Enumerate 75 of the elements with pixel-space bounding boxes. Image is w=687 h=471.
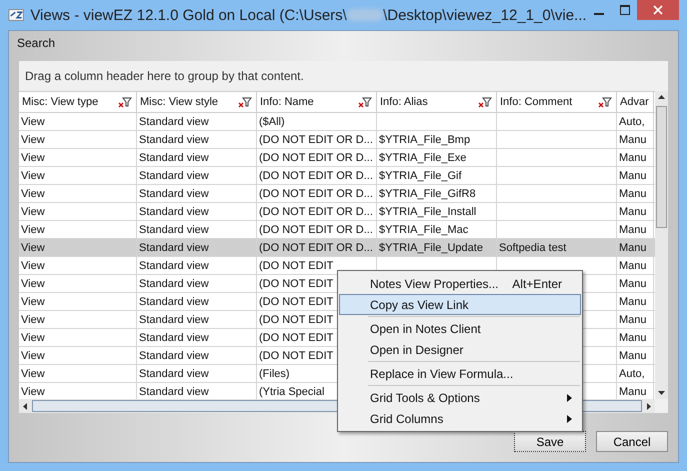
table-cell: View [21, 332, 45, 344]
table-cell: (DO NOT EDIT [259, 332, 334, 344]
table-cell: (Files) [259, 368, 290, 380]
table-cell: (DO NOT EDIT [259, 278, 334, 290]
table-cell: Manu [619, 314, 647, 326]
table-cell: Standard view [139, 350, 209, 362]
table-cell: (Ytria Special [259, 386, 324, 398]
table-cell: View [21, 170, 45, 182]
table-cell: Standard view [139, 242, 209, 254]
table-cell: Manu [619, 350, 647, 362]
table-cell: (DO NOT EDIT OR D... [259, 242, 373, 254]
table-cell: Manu [619, 242, 647, 254]
table-cell: Manu [619, 188, 647, 200]
table-cell: View [21, 134, 45, 146]
table-cell: $YTRIA_File_Mac [379, 224, 468, 236]
table-cell: (DO NOT EDIT [259, 260, 334, 272]
table-cell: (DO NOT EDIT [259, 350, 334, 362]
table-cell: (DO NOT EDIT OR D... [259, 224, 373, 236]
table-cell: Auto, [619, 116, 645, 128]
table-cell: View [21, 296, 45, 308]
table-cell: Standard view [139, 260, 209, 272]
table-cell: $YTRIA_File_Update [379, 242, 483, 254]
table-cell: Manu [619, 224, 647, 236]
table-cell: Manu [619, 386, 647, 398]
table-cell: Standard view [139, 332, 209, 344]
table-cell: View [21, 368, 45, 380]
table-cell: Standard view [139, 188, 209, 200]
table-cell: Manu [619, 278, 647, 290]
table-cell: Standard view [139, 134, 209, 146]
table-cell: (DO NOT EDIT OR D... [259, 206, 373, 218]
table-cell: Manu [619, 260, 647, 272]
table-cell: Manu [619, 170, 647, 182]
table-cell: Standard view [139, 314, 209, 326]
table-cell: (DO NOT EDIT OR D... [259, 134, 373, 146]
table-cell: Standard view [139, 296, 209, 308]
table-cell: $YTRIA_File_Exe [379, 152, 466, 164]
table-cell: Softpedia test [499, 242, 566, 254]
table-cell: Standard view [139, 386, 209, 398]
table-cell: Auto, [619, 368, 645, 380]
group-hint: Drag a column header here to group by that content. [25, 69, 304, 83]
table-cell: $YTRIA_File_Bmp [379, 134, 470, 146]
table-cell: Manu [619, 332, 647, 344]
table-cell: View [21, 188, 45, 200]
table-cell: Manu [619, 206, 647, 218]
window-title: \Desktop\viewez_12_1_0\vie... [383, 6, 587, 24]
table-cell: Manu [619, 296, 647, 308]
window-title: Views - viewEZ 12.1.0 Gold on Local (C:\Users\ [30, 6, 347, 24]
table-cell: View [21, 152, 45, 164]
table-cell: Standard view [139, 224, 209, 236]
table-cell: Standard view [139, 278, 209, 290]
table-cell: (DO NOT EDIT [259, 296, 334, 308]
table-cell: $YTRIA_File_Install [379, 206, 476, 218]
table-cell: $YTRIA_File_GifR8 [379, 188, 476, 200]
table-cell: Standard view [139, 368, 209, 380]
table-cell: Manu [619, 134, 647, 146]
table-cell: (DO NOT EDIT [259, 314, 334, 326]
table-cell: View [21, 116, 45, 128]
table-cell: Standard view [139, 152, 209, 164]
table-cell: Standard view [139, 170, 209, 182]
table-cell: Standard view [139, 116, 209, 128]
table-cell: $YTRIA_File_Gif [379, 170, 462, 182]
table-cell: View [21, 314, 45, 326]
table-cell: Standard view [139, 206, 209, 218]
table-cell: ($All) [259, 116, 285, 128]
table-cell: (DO NOT EDIT OR D... [259, 188, 373, 200]
table-cell: View [21, 260, 45, 272]
table-cell: View [21, 278, 45, 290]
table-cell: View [21, 206, 45, 218]
table-cell: (DO NOT EDIT OR D... [259, 170, 373, 182]
table-cell: (DO NOT EDIT OR D... [259, 152, 373, 164]
table-cell: View [21, 224, 45, 236]
table-cell: View [21, 386, 45, 398]
table-cell: View [21, 242, 45, 254]
table-cell: View [21, 350, 45, 362]
table-cell: Manu [619, 152, 647, 164]
